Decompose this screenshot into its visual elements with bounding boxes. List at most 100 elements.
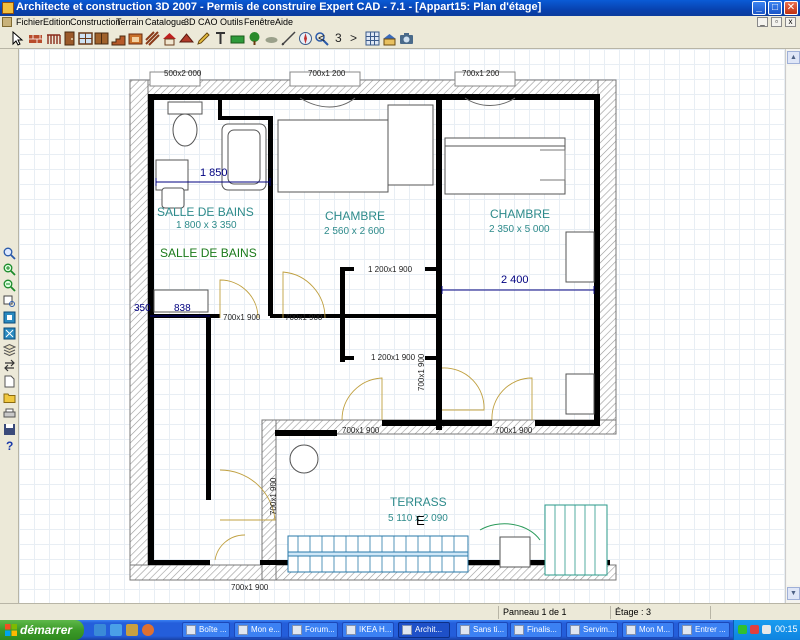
grid-view-icon[interactable] [365,31,380,46]
taskbar-item-1[interactable]: Mon e... [234,622,282,638]
zoom-window-icon[interactable] [3,295,16,308]
scroll-down-button[interactable]: ▼ [787,587,800,600]
door-icon[interactable] [62,31,77,46]
zoom-out-icon[interactable] [3,279,16,292]
main-toolbar: < 3 > [0,29,800,49]
taskbar-item-0[interactable]: Boîte ... [182,622,230,638]
app-icon [2,2,14,14]
task-icon [570,625,580,635]
task-icon [186,625,196,635]
menu-outils[interactable]: Outils [220,16,243,28]
taskbar-item-9[interactable]: Entrer ... [678,622,730,638]
network-icon[interactable] [738,625,747,634]
print-icon[interactable] [3,407,16,420]
zoom-icon[interactable] [3,247,16,260]
doc-restore-button[interactable]: ▫ [771,17,782,27]
window-icon[interactable] [78,31,93,46]
menu-fichier[interactable]: Fichier [16,16,43,28]
scroll-track[interactable] [787,66,800,585]
svg-text:?: ? [6,439,13,452]
room-label-terrace: TERRASS [390,495,447,509]
room-label-bath: SALLE DE BAINS [157,205,254,219]
stairs-icon[interactable] [111,31,126,46]
measure-icon[interactable] [281,31,296,46]
security-icon[interactable] [750,625,759,634]
taskbar-item-6[interactable]: Finalis... [510,622,562,638]
vertical-scrollbar[interactable]: ▲ ▼ [785,49,800,603]
menu-catalogue[interactable]: Catalogue [145,16,186,28]
dim-left-838: 838 [174,303,191,314]
menu-terrain[interactable]: Terrain [116,16,144,28]
start-button[interactable]: démarrer [0,620,84,640]
taskbar-item-3[interactable]: IKEA H... [342,622,394,638]
volume-icon[interactable] [762,625,771,634]
layers-icon[interactable] [3,343,16,356]
taskbar-item-4[interactable]: Archit... [398,622,450,638]
quicklaunch-firefox-icon[interactable] [142,624,154,636]
task-icon [514,625,524,635]
menu-edition[interactable]: Edition [43,16,71,28]
compass-icon[interactable] [298,31,313,46]
swap-icon[interactable] [3,359,16,372]
zoom-in-icon[interactable] [3,263,16,276]
status-empty [710,606,800,619]
railing-icon[interactable] [46,31,61,46]
room-dims-bath: 1 800 x 3 350 [176,220,237,231]
menu-aide[interactable]: Aide [275,16,293,28]
roof-pattern-icon[interactable] [145,31,160,46]
text-tool-icon[interactable] [213,31,228,46]
quicklaunch-ie-icon[interactable] [110,624,122,636]
maximize-button[interactable]: □ [768,1,782,15]
close-button[interactable]: ✕ [784,1,798,15]
quicklaunch-desktop-icon[interactable] [94,624,106,636]
wall-icon[interactable] [28,31,43,46]
terrain-icon[interactable] [230,31,245,46]
pencil-icon[interactable] [196,31,211,46]
taskbar-item-5[interactable]: Sans ti... [456,622,508,638]
elevation-view-icon[interactable] [382,31,397,46]
doc-minimize-button[interactable]: _ [757,17,768,27]
scroll-up-button[interactable]: ▲ [787,51,800,64]
menu-cao[interactable]: CAO [198,16,218,28]
new-file-icon[interactable] [3,375,16,388]
fit-all-icon[interactable] [3,327,16,340]
document-icon[interactable] [2,17,12,27]
doc-close-button[interactable]: x [785,17,796,27]
clock[interactable]: 00:15 [775,624,798,634]
open-folder-icon[interactable] [3,391,16,404]
door-label-bottom: 700x1 900 [231,583,269,592]
dim-left-small: 350 [134,303,151,314]
next-page-button[interactable]: > [350,30,357,47]
path-icon[interactable] [264,31,279,46]
taskbar: démarrer Boîte ... Mon e... Forum... IKE… [0,620,800,640]
menu-3d[interactable]: 3D [184,16,196,28]
quicklaunch-media-icon[interactable] [126,624,138,636]
door-label-hall-vertical: 700x1 900 [417,353,426,391]
save-icon[interactable] [3,423,16,436]
task-icon [238,625,248,635]
house-icon[interactable] [162,31,177,46]
taskbar-item-8[interactable]: Mon M... [622,622,674,638]
tree-icon[interactable] [247,31,262,46]
help-icon[interactable]: ? [3,439,16,452]
menu-construction[interactable]: Construction [70,16,121,28]
taskbar-item-2[interactable]: Forum... [288,622,338,638]
pointer-icon[interactable] [10,31,25,46]
plan-canvas[interactable]: 500x2 000 700x1 200 700x1 200 1 850 SALL… [19,49,785,603]
previous-page-button[interactable]: < [318,30,325,47]
minimize-button[interactable]: _ [752,1,766,15]
menu-fenetre[interactable]: Fenêtre [244,16,275,28]
room-icon[interactable] [128,31,143,46]
door-label-bedroom-1: 700x1 900 [285,313,323,322]
taskbar-item-7[interactable]: Servim... [566,622,618,638]
fit-page-icon[interactable] [3,311,16,324]
task-icon [292,625,302,635]
system-tray: 00:15 [733,620,800,640]
cabinet-icon[interactable] [94,31,109,46]
roof-icon[interactable] [179,31,194,46]
camera-icon[interactable] [399,31,414,46]
terrace-marker: E [416,513,425,528]
window-title-bar[interactable]: Architecte et construction 3D 2007 - Per… [0,0,800,16]
status-panel: Panneau 1 de 1 [498,606,610,619]
door-label-terrace-right: 700x1 900 [495,426,533,435]
